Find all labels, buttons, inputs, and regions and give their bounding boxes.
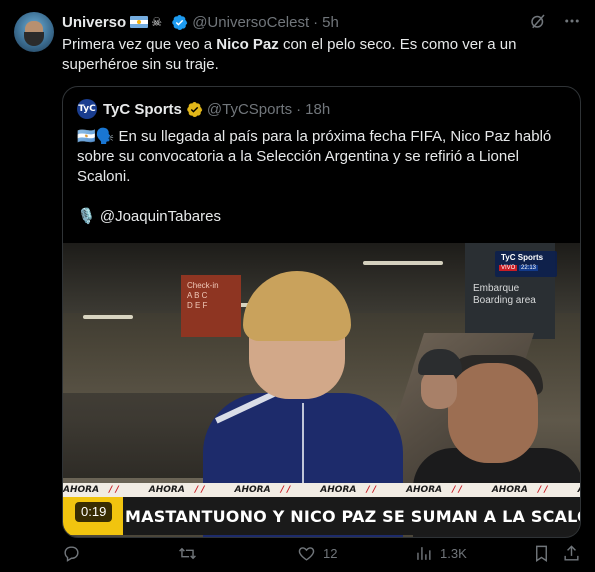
ceiling-light: [363, 261, 443, 265]
ticker-word: AHORA: [578, 485, 580, 495]
quote-text-line1: 🇦🇷🗣️ En su llegada al país para la próxi…: [77, 128, 552, 185]
tweet-text: Primera vez que veo a Nico Paz con el pe…: [62, 35, 577, 75]
grok-icon[interactable]: [529, 12, 547, 30]
broadcast-clock: 22:13: [519, 265, 539, 271]
argentina-flag-icon: [130, 16, 149, 28]
views-icon: [417, 547, 431, 560]
heart-icon: [298, 547, 315, 561]
quote-author-name[interactable]: TyC Sports: [103, 101, 182, 118]
retweet-button[interactable]: [178, 544, 204, 563]
ticker-word: AHORA: [63, 485, 119, 495]
like-button[interactable]: 12: [297, 544, 337, 563]
ticker-word: AHORA: [492, 485, 548, 495]
video-duration: 0:19: [75, 502, 113, 522]
author-handle[interactable]: @UniversoCelest: [192, 14, 309, 31]
quoted-tweet[interactable]: TyC TyC Sports @TyCSports · 18h 🇦🇷🗣️ En …: [62, 86, 581, 538]
author-avatar[interactable]: [14, 12, 54, 52]
ticker-word: AHORA: [406, 485, 462, 495]
headline-text: MASTANTUONO Y NICO PAZ SE SUMAN A LA SCA…: [125, 506, 580, 526]
action-bar: 12 1.3K: [62, 544, 581, 566]
tweet-time[interactable]: 5h: [322, 14, 339, 31]
reply-icon: [64, 546, 79, 562]
views-count: 1.3K: [440, 546, 467, 561]
ticker-word: AHORA: [320, 485, 376, 495]
separator-dot: ·: [296, 100, 302, 118]
more-options-icon[interactable]: [563, 12, 581, 30]
views-button[interactable]: 1.3K: [414, 544, 467, 563]
like-count: 12: [323, 546, 338, 561]
ceiling-light: [83, 315, 133, 319]
ticker-word: AHORA: [149, 485, 205, 495]
tweet-header: Universo ☠ @UniversoCelest · 5h: [62, 12, 339, 32]
pirate-flag-icon: ☠: [151, 15, 162, 29]
separator-dot: ·: [313, 13, 319, 31]
quote-avatar[interactable]: TyC: [77, 99, 97, 119]
reply-button[interactable]: [62, 544, 88, 563]
guard-face: [421, 369, 457, 409]
quote-text-line2: 🎙️ @JoaquinTabares: [77, 208, 221, 225]
tweet-text-before: Primera vez que veo a: [62, 36, 217, 53]
share-button[interactable]: [562, 544, 581, 563]
quote-time[interactable]: 18h: [305, 101, 330, 118]
quote-avatar-label: TyC: [78, 104, 96, 114]
ticker-strip: AHORA AHORA AHORA AHORA AHORA AHORA AHOR…: [63, 483, 580, 497]
retweet-icon: [179, 547, 196, 560]
video-player[interactable]: Check-in A B C D E F Embarque Boarding a…: [63, 243, 580, 537]
avatar-beard: [24, 32, 44, 46]
channel-bug-brand: TyC Sports: [501, 253, 544, 262]
checkin-sign-text: Check-in A B C D E F: [187, 281, 219, 310]
verified-badge-icon: [187, 101, 203, 117]
tweet-text-mention: Nico Paz: [216, 36, 279, 53]
author-name[interactable]: Universo: [62, 14, 126, 31]
quote-header: TyC TyC Sports @TyCSports · 18h: [77, 99, 330, 119]
live-badge: VIVO: [499, 265, 518, 271]
bookmark-button[interactable]: [532, 544, 551, 563]
boarding-sign-text: Embarque Boarding area: [473, 283, 536, 306]
share-icon: [564, 545, 579, 561]
quote-text: 🇦🇷🗣️ En su llegada al país para la próxi…: [77, 127, 557, 247]
ticker-word: AHORA: [235, 485, 291, 495]
verified-badge-icon: [172, 14, 188, 30]
top-actions: [529, 12, 581, 30]
headline-banner: MASTANTUONO Y NICO PAZ SE SUMAN A LA SCA…: [63, 497, 580, 535]
tweet: Universo ☠ @UniversoCelest · 5h Primera …: [0, 0, 595, 572]
bookmark-icon: [536, 545, 547, 562]
quote-author-handle[interactable]: @TyCSports: [207, 101, 292, 118]
man-face: [448, 363, 538, 463]
